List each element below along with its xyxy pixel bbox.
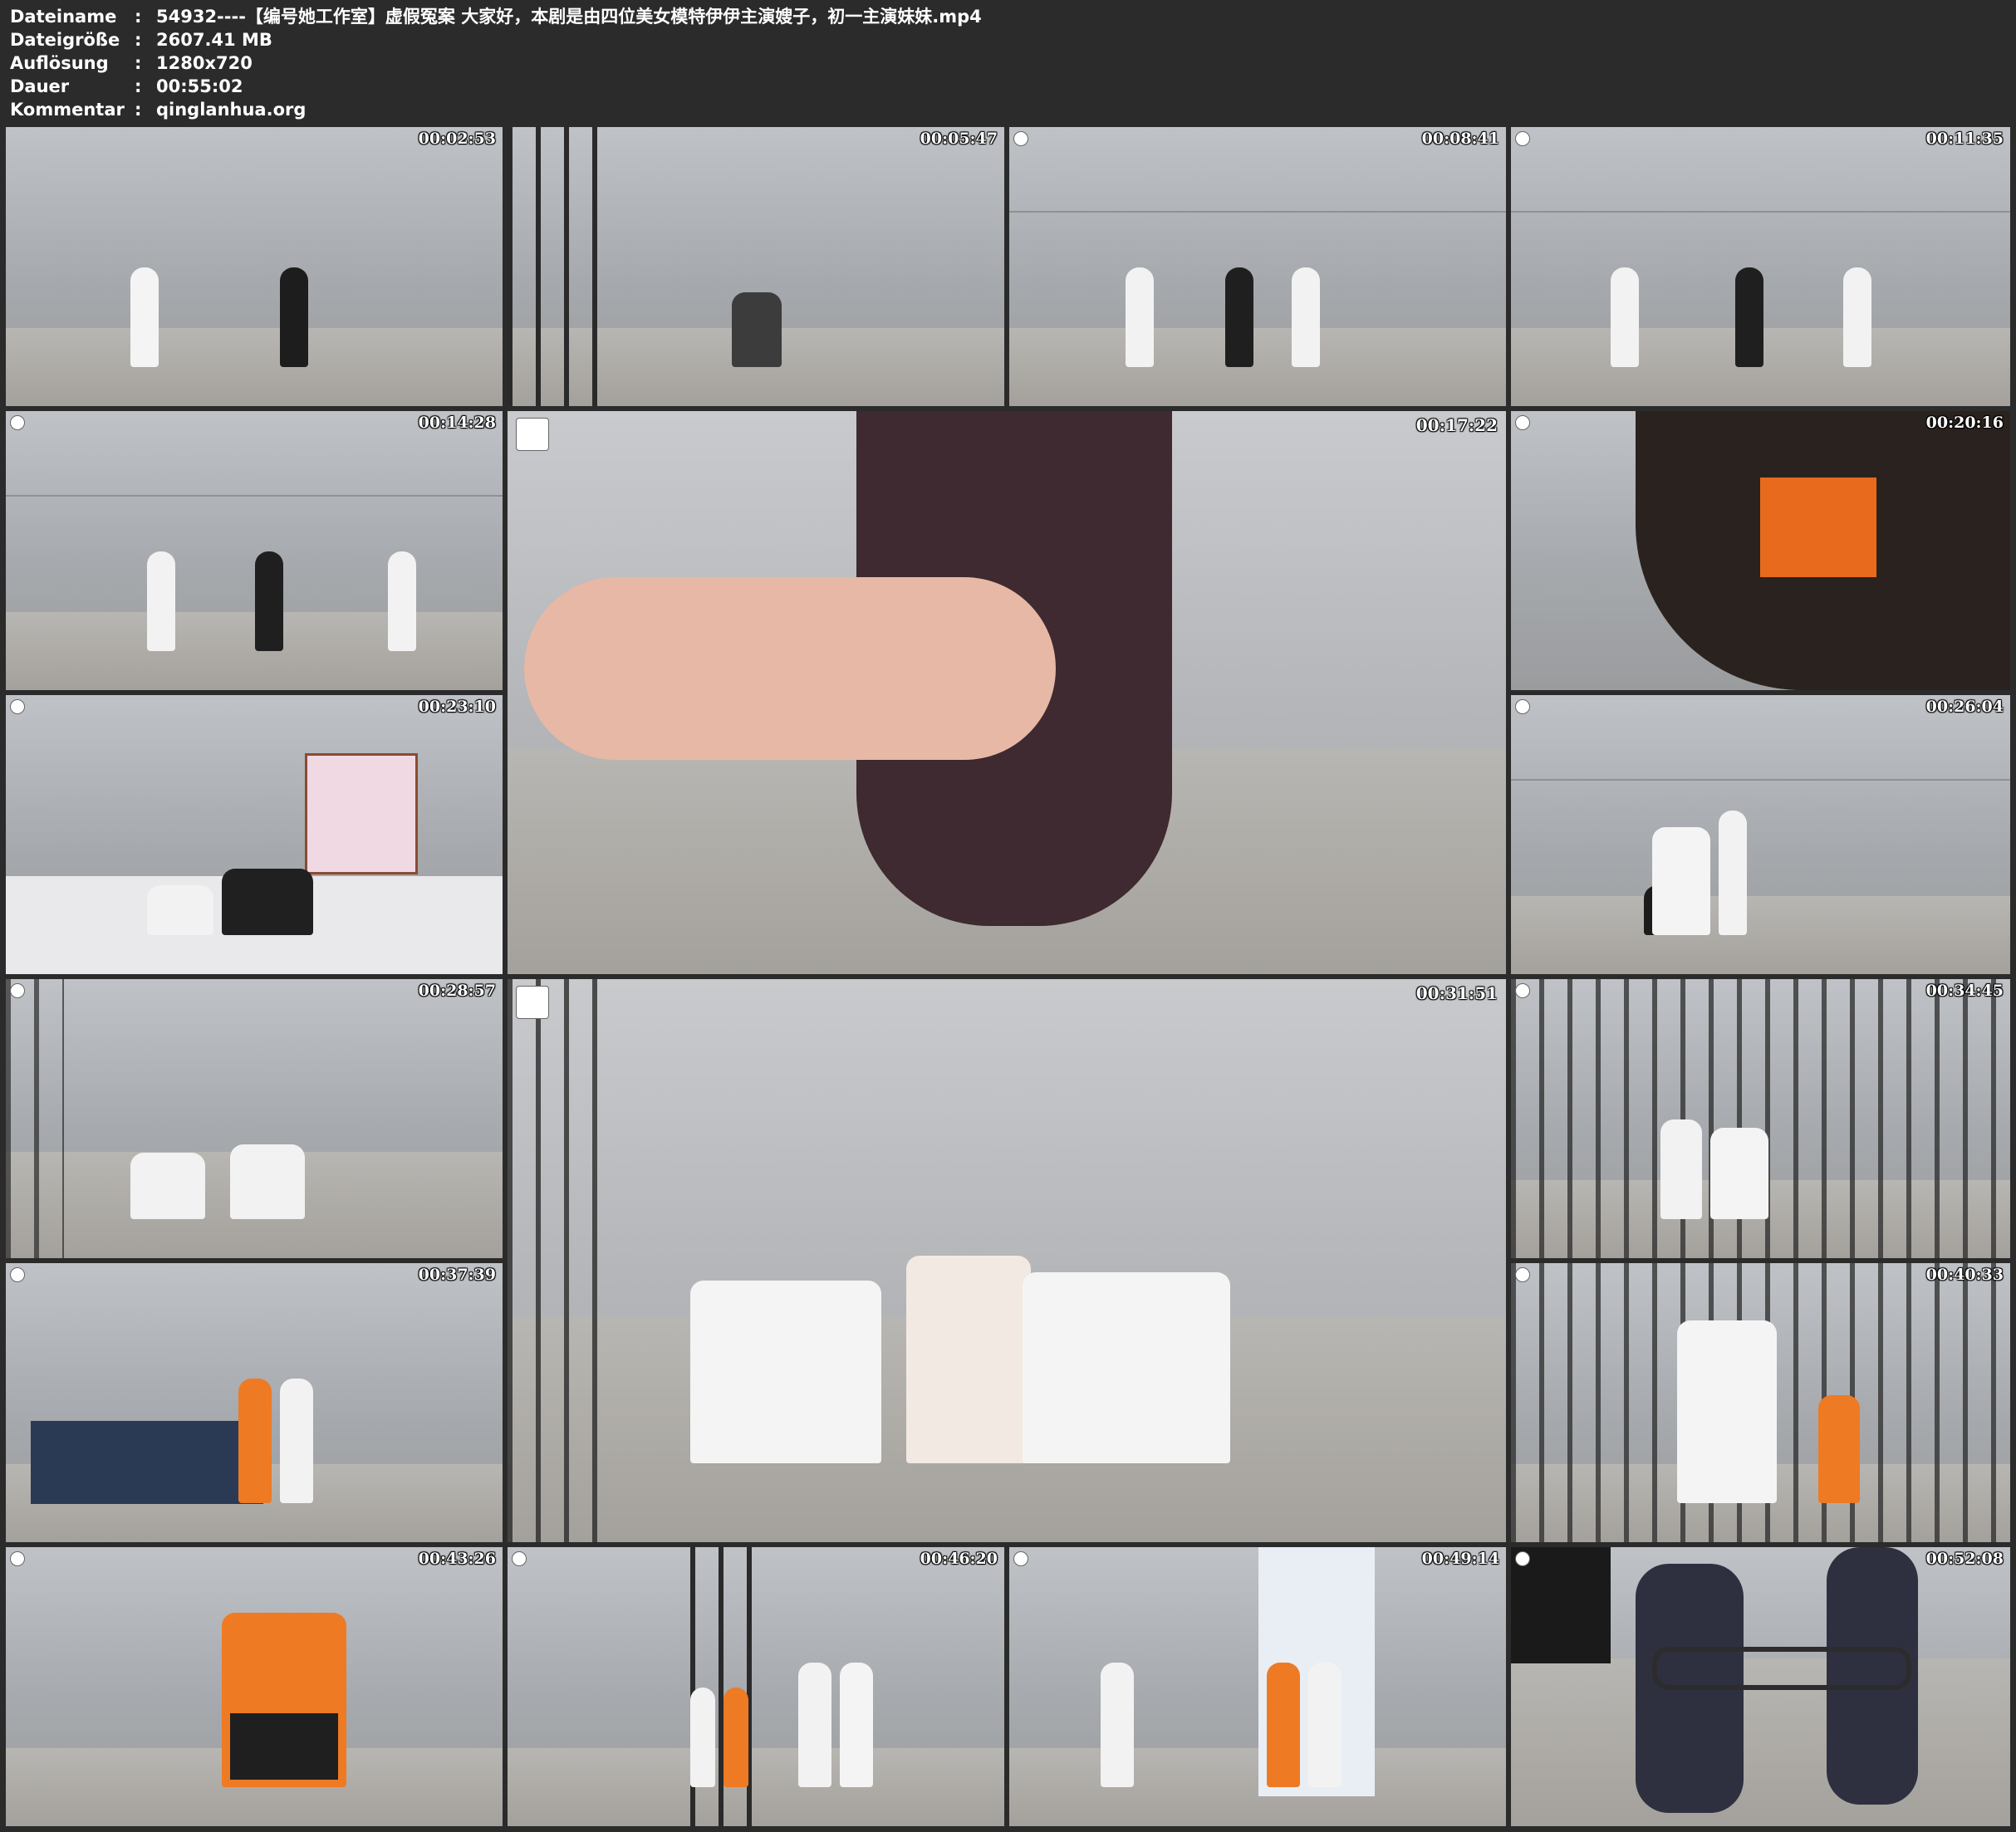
info-label: Dateigröße	[10, 30, 120, 50]
studio-logo-icon	[516, 418, 549, 451]
studio-logo-icon	[10, 699, 25, 714]
thumbnail-timestamp: 00:49:14	[1421, 1550, 1499, 1568]
thumbnail-timestamp: 00:37:39	[418, 1266, 496, 1284]
video-thumbnail: 00:40:33	[1511, 1263, 2010, 1542]
studio-logo-icon	[1515, 131, 1530, 146]
info-separator: :	[135, 76, 142, 96]
video-thumbnail: 00:46:20	[508, 1547, 1004, 1826]
info-separator: :	[135, 7, 142, 27]
info-row-duration: Dauer : 00:55:02	[10, 75, 982, 98]
video-thumbnail: 00:43:26	[6, 1547, 503, 1826]
video-thumbnail-large: 00:31:51	[508, 979, 1506, 1542]
video-thumbnail-large: 00:17:22	[508, 411, 1506, 974]
thumbnail-timestamp: 00:20:16	[1925, 414, 2004, 432]
info-value: 54932----【编号她工作室】虚假冤案 大家好，本剧是由四位美女模特伊伊主演…	[156, 7, 982, 27]
thumbnail-timestamp: 00:14:28	[418, 414, 496, 432]
studio-logo-icon	[1013, 1551, 1028, 1566]
info-separator: :	[135, 53, 142, 73]
info-label: Dauer	[10, 76, 70, 96]
file-info-header: Dateiname : 54932----【编号她工作室】虚假冤案 大家好，本剧…	[10, 5, 982, 121]
info-row-filename: Dateiname : 54932----【编号她工作室】虚假冤案 大家好，本剧…	[10, 5, 982, 28]
info-row-comment: Kommentar : qinglanhua.org	[10, 98, 982, 121]
video-thumbnail: 00:37:39	[6, 1263, 503, 1542]
info-value: 00:55:02	[156, 76, 243, 96]
thumbnail-timestamp: 00:28:57	[418, 982, 496, 1000]
video-thumbnail: 00:08:41	[1009, 127, 1506, 406]
studio-logo-icon	[1515, 699, 1530, 714]
video-thumbnail: 00:34:45	[1511, 979, 2010, 1258]
info-label: Dateiname	[10, 7, 117, 27]
thumbnail-timestamp: 00:08:41	[1421, 130, 1499, 148]
thumbnail-timestamp: 00:31:51	[1415, 983, 1498, 1003]
info-label: Auflösung	[10, 53, 109, 73]
video-thumbnail: 00:28:57	[6, 979, 503, 1258]
info-label: Kommentar	[10, 100, 125, 120]
thumbnail-timestamp: 00:43:26	[418, 1550, 496, 1568]
studio-logo-icon	[1515, 983, 1530, 998]
thumbnail-timestamp: 00:23:10	[418, 698, 496, 716]
studio-logo-icon	[516, 986, 549, 1019]
video-thumbnail: 00:14:28	[6, 411, 503, 690]
studio-logo-icon	[1013, 131, 1028, 146]
video-thumbnail: 00:26:04	[1511, 695, 2010, 974]
thumbnail-timestamp: 00:34:45	[1925, 982, 2004, 1000]
video-thumbnail: 00:49:14	[1009, 1547, 1506, 1826]
studio-logo-icon	[10, 983, 25, 998]
video-thumbnail: 00:23:10	[6, 695, 503, 974]
studio-logo-icon	[10, 1551, 25, 1566]
thumbnail-timestamp: 00:05:47	[920, 130, 998, 148]
thumbnail-timestamp: 00:52:08	[1925, 1550, 2004, 1568]
thumbnail-timestamp: 00:40:33	[1925, 1266, 2004, 1284]
thumbnail-timestamp: 00:26:04	[1925, 698, 2004, 716]
video-thumbnail: 00:02:53	[6, 127, 503, 406]
thumbnail-timestamp: 00:46:20	[920, 1550, 998, 1568]
video-thumbnail: 00:20:16	[1511, 411, 2010, 690]
studio-logo-icon	[1515, 415, 1530, 430]
info-separator: :	[135, 100, 142, 120]
studio-logo-icon	[10, 415, 25, 430]
thumbnail-timestamp: 00:11:35	[1925, 130, 2004, 148]
studio-logo-icon	[1515, 1551, 1530, 1566]
video-thumbnail: 00:52:08	[1511, 1547, 2010, 1826]
studio-logo-icon	[1515, 1267, 1530, 1282]
studio-logo-icon	[512, 1551, 527, 1566]
thumbnail-timestamp: 00:17:22	[1415, 415, 1498, 435]
video-thumbnail: 00:11:35	[1511, 127, 2010, 406]
studio-logo-icon	[10, 1267, 25, 1282]
info-value: 2607.41 MB	[156, 30, 272, 50]
video-thumbnail: 00:05:47	[508, 127, 1004, 406]
info-value: qinglanhua.org	[156, 100, 307, 120]
info-row-filesize: Dateigröße : 2607.41 MB	[10, 28, 982, 51]
info-separator: :	[135, 30, 142, 50]
thumbnail-timestamp: 00:02:53	[418, 130, 496, 148]
info-row-resolution: Auflösung : 1280x720	[10, 51, 982, 75]
info-value: 1280x720	[156, 53, 253, 73]
